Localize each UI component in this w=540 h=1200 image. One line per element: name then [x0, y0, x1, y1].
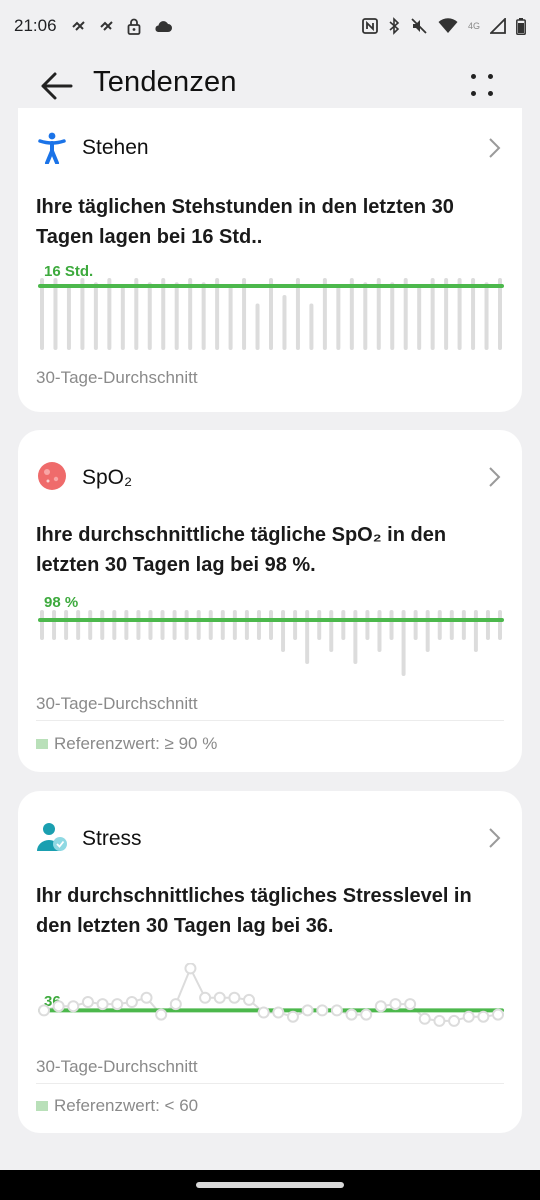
- standing-person-icon: [38, 132, 66, 164]
- stress-point: [257, 1006, 270, 1019]
- stress-point: [213, 991, 226, 1004]
- stress-point: [96, 998, 109, 1011]
- stress-point: [155, 1008, 168, 1021]
- stress-point: [111, 998, 124, 1011]
- spo2-caption: 30-Tage-Durchschnitt: [36, 694, 198, 713]
- status-bar: 21:06 4G: [0, 0, 540, 52]
- more-dots-icon: [488, 74, 493, 79]
- signal-icon: [490, 18, 506, 34]
- stress-point: [433, 1014, 446, 1027]
- stress-point: [345, 1008, 358, 1021]
- stress-point: [389, 998, 402, 1011]
- spo2-card-title: SpO₂: [82, 466, 133, 489]
- stress-point: [404, 998, 417, 1011]
- stress-point: [199, 991, 212, 1004]
- spo2-divider: [36, 720, 504, 721]
- status-right-icons: 4G: [362, 17, 526, 35]
- more-dots-icon: [488, 91, 493, 96]
- cloud-icon: [155, 21, 172, 32]
- spo2-card[interactable]: SpO₂ Ihre durchschnittliche tägliche SpO…: [18, 430, 522, 772]
- chevron-right-icon: [489, 138, 501, 158]
- stress-reference: Referenzwert: < 60: [36, 1096, 198, 1116]
- stress-point: [477, 1010, 490, 1023]
- blood-oxygen-icon: [38, 462, 66, 490]
- reference-swatch: [36, 739, 48, 749]
- stress-point: [67, 1000, 80, 1013]
- stress-line-chart: [38, 963, 504, 1027]
- stress-person-icon: [37, 823, 67, 851]
- stress-point: [286, 1010, 299, 1023]
- stress-point: [228, 991, 241, 1004]
- spo2-card-header[interactable]: SpO₂: [18, 430, 522, 490]
- stress-reference-text: Referenzwert: < 60: [54, 1096, 199, 1115]
- more-options-button[interactable]: [462, 68, 502, 108]
- stress-point: [81, 996, 94, 1008]
- stand-bar-chart: [38, 278, 504, 350]
- stress-point: [316, 1004, 329, 1017]
- spo2-bar-chart: [38, 610, 504, 676]
- nfc-icon: [362, 18, 378, 34]
- back-button[interactable]: [36, 66, 76, 106]
- more-dots-icon: [471, 91, 476, 96]
- stress-point: [448, 1014, 461, 1027]
- stress-series-line: [43, 965, 499, 1022]
- home-gesture-handle[interactable]: [196, 1182, 344, 1188]
- chevron-right-icon: [489, 828, 501, 848]
- stand-card[interactable]: Stehen Ihre täglichen Stehstunden in den…: [18, 108, 522, 412]
- spo2-card-description: Ihre durchschnittliche tägliche SpO₂ in …: [36, 524, 447, 576]
- stress-point: [418, 1012, 431, 1025]
- status-left-icons: [71, 18, 173, 35]
- stress-point: [374, 1000, 387, 1013]
- stress-point: [492, 1008, 504, 1021]
- network-type-label: 4G: [467, 21, 480, 31]
- stress-point: [125, 996, 138, 1008]
- battery-icon: [516, 17, 526, 35]
- stress-point: [330, 1004, 343, 1017]
- chevron-right-icon: [489, 467, 501, 487]
- stress-caption: 30-Tage-Durchschnitt: [36, 1057, 198, 1076]
- stress-card-header[interactable]: Stress: [18, 791, 522, 851]
- stand-card-header[interactable]: Stehen: [18, 108, 522, 164]
- stress-point: [169, 998, 182, 1011]
- page-title: Tendenzen: [93, 66, 237, 98]
- stress-card-description: Ihr durchschnittliches tägliches Stressl…: [36, 885, 472, 937]
- stress-card-title: Stress: [82, 827, 142, 850]
- lock-icon: [127, 18, 140, 35]
- wifi-icon: [438, 18, 458, 33]
- stress-point: [462, 1010, 475, 1023]
- notification-icon: [99, 21, 113, 31]
- stress-point: [38, 1004, 50, 1017]
- navigation-bar: [0, 1170, 540, 1200]
- stress-divider: [36, 1083, 504, 1084]
- mute-icon: [411, 18, 427, 34]
- stress-point: [243, 993, 256, 1006]
- stress-card[interactable]: Stress Ihr durchschnittliches tägliches …: [18, 791, 522, 1133]
- stand-caption: 30-Tage-Durchschnitt: [36, 368, 198, 387]
- reference-swatch: [36, 1101, 48, 1111]
- stress-point: [140, 991, 153, 1004]
- stress-point: [272, 1006, 285, 1019]
- stand-card-title: Stehen: [82, 136, 149, 159]
- spo2-reference-text: Referenzwert: ≥ 90 %: [54, 734, 218, 753]
- stress-point: [301, 1004, 314, 1017]
- bluetooth-icon: [389, 17, 400, 35]
- more-dots-icon: [471, 74, 476, 79]
- stress-point: [184, 963, 197, 975]
- stress-point: [52, 1000, 65, 1013]
- status-time: 21:06: [14, 16, 57, 35]
- stand-card-description: Ihre täglichen Stehstunden in den letzte…: [36, 196, 454, 248]
- stress-point: [360, 1008, 373, 1021]
- arrow-left-icon: [41, 72, 73, 100]
- spo2-reference: Referenzwert: ≥ 90 %: [36, 734, 217, 754]
- notification-icon: [71, 21, 85, 31]
